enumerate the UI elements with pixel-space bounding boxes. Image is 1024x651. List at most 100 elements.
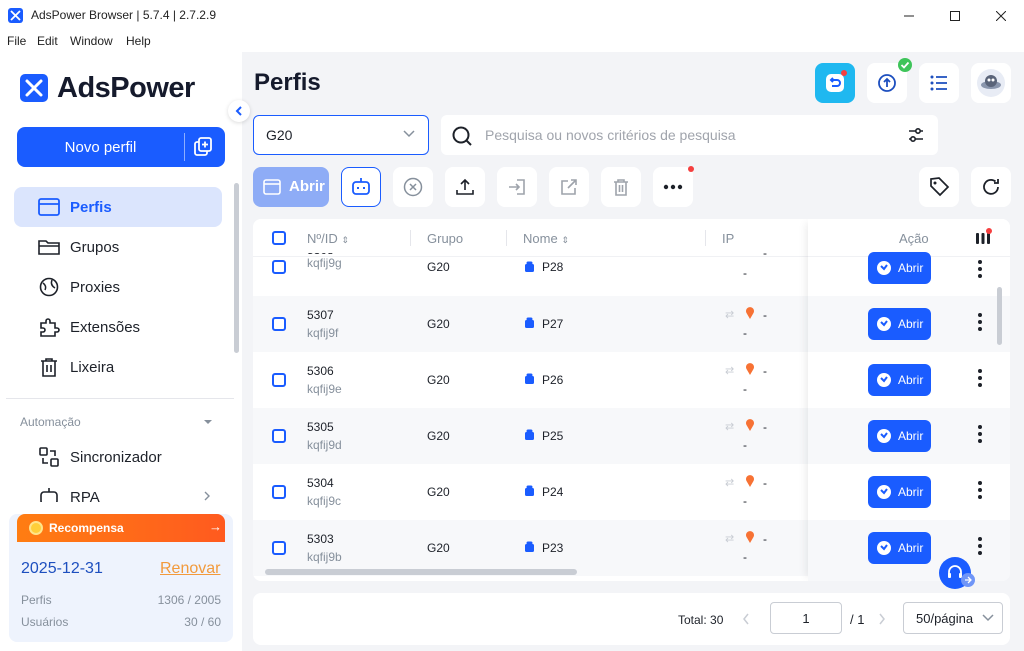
- sidebar-item-label: Grupos: [70, 239, 120, 256]
- user-avatar-button[interactable]: [971, 63, 1011, 103]
- coin-icon: [29, 521, 43, 535]
- share-button[interactable]: [549, 167, 589, 207]
- profile-name: P24: [542, 485, 564, 499]
- close-profiles-button[interactable]: [393, 167, 433, 207]
- page-input[interactable]: 1: [770, 602, 842, 634]
- globe-icon: [38, 277, 60, 297]
- row-checkbox[interactable]: [272, 541, 286, 555]
- sidebar-item-grupos[interactable]: Grupos: [14, 227, 222, 267]
- row-more-icon[interactable]: [978, 425, 982, 446]
- trash-icon: [614, 179, 628, 196]
- row-more-icon[interactable]: [978, 369, 982, 390]
- row-checkbox[interactable]: [272, 485, 286, 499]
- sidebar-item-perfis[interactable]: Perfis: [14, 187, 222, 227]
- menu-edit[interactable]: Edit: [37, 34, 58, 48]
- row-open-button[interactable]: Abrir: [868, 364, 931, 396]
- row-checkbox[interactable]: [272, 317, 286, 331]
- profile-id: kqfij9b: [307, 550, 342, 564]
- brand-logo-icon: [20, 74, 48, 102]
- menu-window[interactable]: Window: [70, 34, 113, 48]
- page-size-select[interactable]: 50/página: [903, 602, 1003, 634]
- avatar-icon: [977, 69, 1005, 97]
- next-page-icon[interactable]: [878, 613, 886, 625]
- profile-name: P28: [542, 260, 564, 274]
- table-horizontal-scrollbar[interactable]: [265, 569, 577, 575]
- profile-number-clipped: 5308: [307, 253, 367, 257]
- profile-ip-secondary: -: [743, 494, 747, 508]
- row-open-button[interactable]: Abrir: [868, 308, 931, 340]
- refresh-button[interactable]: [971, 167, 1011, 207]
- upload-button[interactable]: [445, 167, 485, 207]
- row-checkbox[interactable]: [272, 429, 286, 443]
- new-profile-button[interactable]: Novo perfil: [17, 127, 225, 167]
- search-input[interactable]: [485, 125, 885, 145]
- swap-icon: ⇄: [725, 309, 735, 321]
- reward-banner[interactable]: Recompensa →: [17, 514, 225, 542]
- delete-button[interactable]: [601, 167, 641, 207]
- menu-help[interactable]: Help: [126, 34, 151, 48]
- row-more-icon[interactable]: [978, 260, 982, 281]
- profile-name: P27: [542, 317, 564, 331]
- sync-icon: [38, 447, 60, 467]
- sidebar-scrollbar[interactable]: [234, 183, 239, 353]
- notification-dot: [986, 228, 992, 234]
- profile-ip-secondary: -: [743, 438, 747, 452]
- subscription-expiry: 2025-12-31: [21, 560, 103, 577]
- menu-file[interactable]: File: [7, 34, 26, 48]
- profile-ip-secondary: -: [743, 382, 747, 396]
- row-open-label: Abrir: [898, 317, 924, 331]
- close-circle-icon: [403, 177, 423, 197]
- group-select[interactable]: G20: [253, 115, 429, 155]
- row-open-button[interactable]: Abrir: [868, 420, 931, 452]
- sidebar-item-proxies[interactable]: Proxies: [14, 267, 222, 307]
- row-checkbox[interactable]: [272, 373, 286, 387]
- open-selected-button[interactable]: Abrir: [253, 167, 329, 207]
- sidebar-item-lixeira[interactable]: Lixeira: [14, 347, 222, 387]
- sidebar-item-rpa[interactable]: RPA: [14, 477, 222, 502]
- chevron-down-icon[interactable]: [203, 418, 213, 426]
- maximize-button[interactable]: [932, 0, 978, 31]
- sidebar-item-label: Perfis: [70, 199, 112, 216]
- profile-id: kqfij9e: [307, 382, 342, 396]
- prev-page-icon[interactable]: [742, 613, 750, 625]
- location-pin-icon: [745, 307, 755, 320]
- collapse-sidebar-button[interactable]: [228, 100, 250, 122]
- more-actions-button[interactable]: [653, 167, 693, 207]
- profile-number: 5304: [307, 476, 334, 490]
- automation-button[interactable]: [341, 167, 381, 207]
- search-box[interactable]: [441, 115, 938, 155]
- filter-settings-icon[interactable]: [907, 126, 925, 144]
- sunbrowser-icon: [877, 373, 891, 387]
- renew-link[interactable]: Renovar: [160, 560, 220, 578]
- row-more-icon[interactable]: [978, 481, 982, 502]
- section-automacao[interactable]: Automação: [20, 415, 81, 429]
- robot-icon: [352, 178, 370, 195]
- move-icon: [509, 179, 525, 195]
- profile-ip: -: [763, 532, 767, 546]
- table-vertical-scrollbar[interactable]: [997, 287, 1002, 345]
- row-more-icon[interactable]: [978, 537, 982, 558]
- minimize-button[interactable]: [886, 0, 932, 31]
- close-button[interactable]: [978, 0, 1024, 31]
- profile-id: kqfij9c: [307, 494, 342, 508]
- batch-add-icon[interactable]: [192, 136, 214, 158]
- row-open-button[interactable]: Abrir: [868, 532, 931, 564]
- task-list-button[interactable]: [919, 63, 959, 103]
- row-more-icon[interactable]: [978, 313, 982, 334]
- total-count: Total: 30: [678, 613, 724, 627]
- sidebar-item-extensoes[interactable]: Extensões: [14, 307, 222, 347]
- tag-icon: [930, 177, 950, 197]
- page-title: Perfis: [254, 69, 321, 96]
- row-open-button[interactable]: Abrir: [868, 476, 931, 508]
- row-checkbox[interactable]: [272, 260, 286, 274]
- row-open-button[interactable]: Abrir: [868, 252, 931, 284]
- profile-ip: -: [763, 246, 767, 260]
- chevron-down-icon: [402, 129, 416, 139]
- move-group-button[interactable]: [497, 167, 537, 207]
- upload-sync-icon: [878, 74, 896, 92]
- arrow-right-icon: →: [209, 519, 222, 534]
- sync-status-button[interactable]: [815, 63, 855, 103]
- tags-button[interactable]: [919, 167, 959, 207]
- sidebar-item-sincronizador[interactable]: Sincronizador: [14, 437, 222, 477]
- profile-number: 5307: [307, 308, 334, 322]
